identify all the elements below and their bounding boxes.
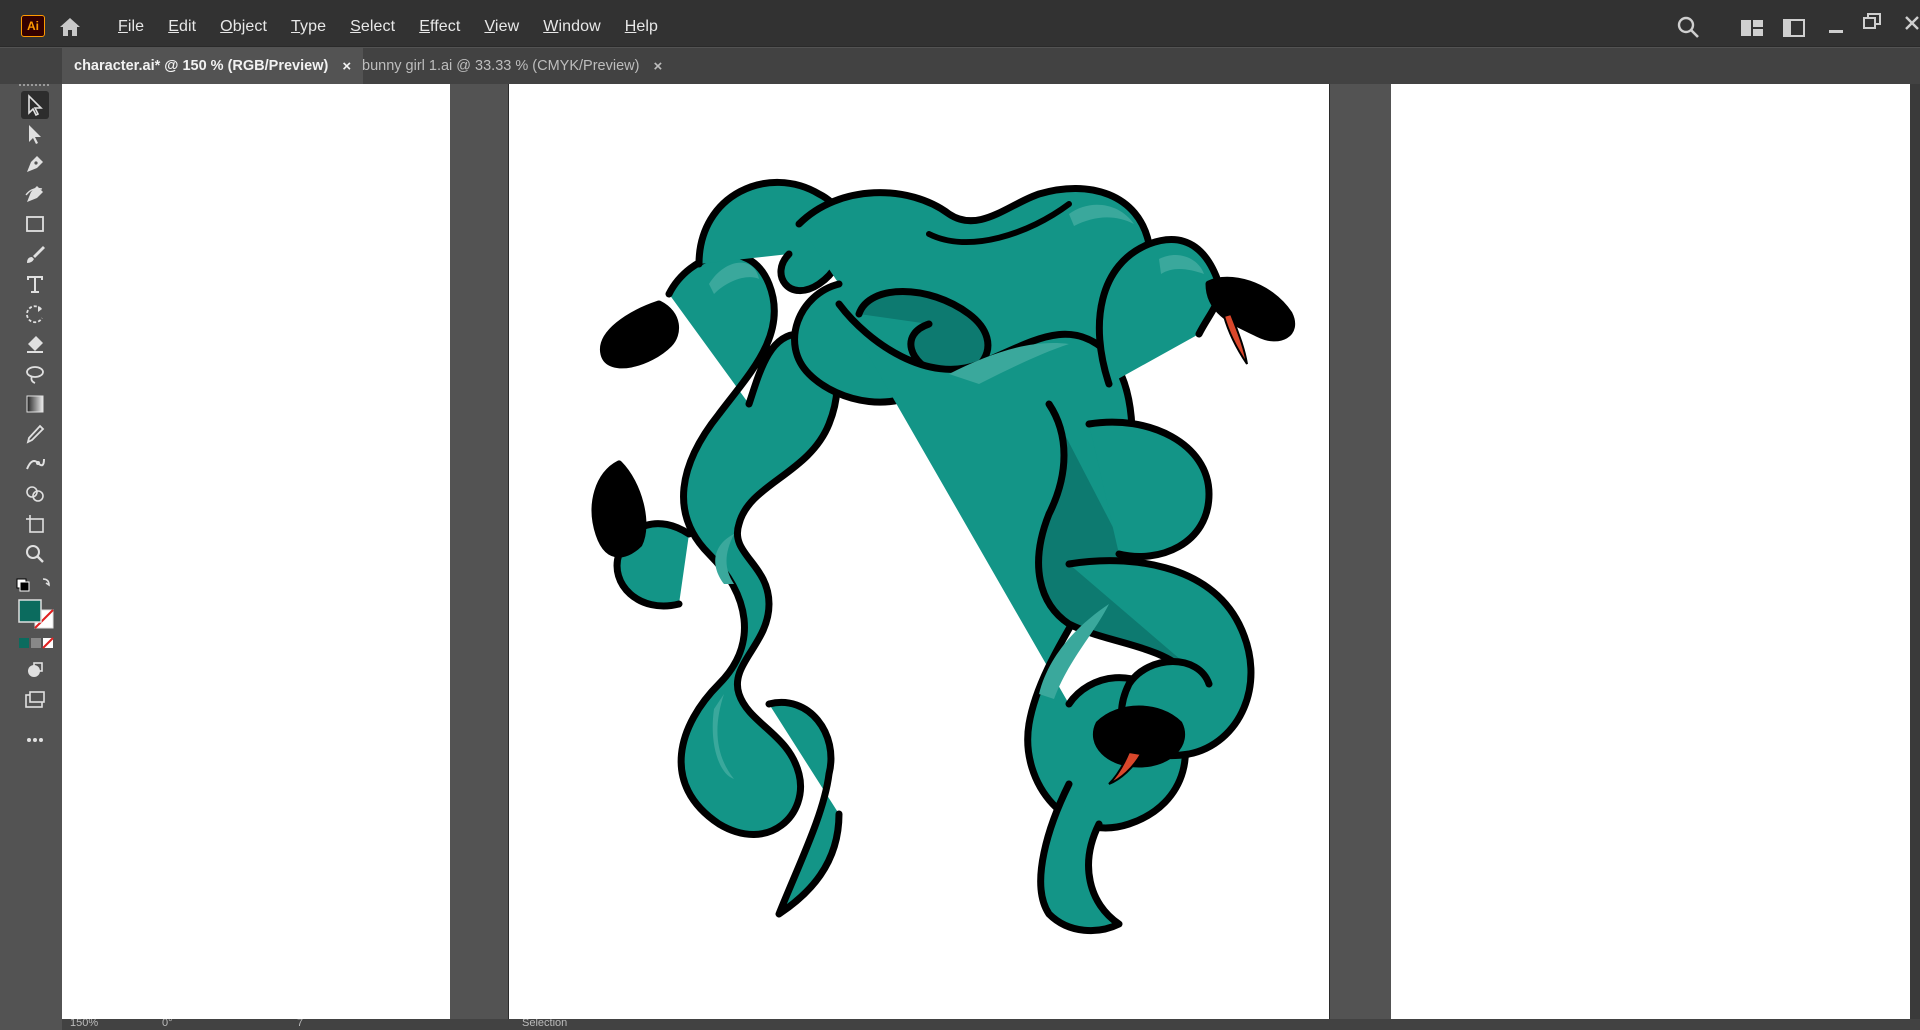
search-icon[interactable] xyxy=(1676,15,1700,44)
snake-hair-artwork[interactable] xyxy=(509,84,1331,1019)
swap-colors-icon[interactable] xyxy=(13,570,57,598)
menu-edit[interactable]: Edit xyxy=(168,18,196,36)
menu-effect[interactable]: Effect xyxy=(419,18,460,36)
draw-mode-icon[interactable] xyxy=(21,656,49,684)
workspace-icon[interactable] xyxy=(1783,19,1805,42)
menu-type[interactable]: Type xyxy=(291,18,326,36)
menu-help[interactable]: Help xyxy=(625,18,658,36)
rectangle-tool-icon[interactable] xyxy=(21,210,49,238)
app-logo: Ai xyxy=(21,15,45,37)
paintbrush-tool-icon[interactable] xyxy=(21,240,49,268)
menu-file[interactable]: File xyxy=(118,18,144,36)
eraser-tool-icon[interactable] xyxy=(21,330,49,358)
menu-window[interactable]: Window xyxy=(543,18,601,36)
menu-view[interactable]: View xyxy=(484,18,519,36)
artboard-tool-icon[interactable] xyxy=(21,510,49,538)
restore-icon[interactable] xyxy=(1863,13,1881,34)
puppet-warp-tool-icon[interactable] xyxy=(21,450,49,478)
type-tool-icon[interactable] xyxy=(21,270,49,298)
main-menu: File Edit Object Type Select Effect View… xyxy=(118,0,682,53)
artboard-main[interactable] xyxy=(508,84,1330,1019)
illustrator-window: Ai File Edit Object Type Select Effect V… xyxy=(0,0,1920,1030)
toolbar-grip[interactable] xyxy=(19,84,49,88)
shape-builder-tool-icon[interactable] xyxy=(21,480,49,508)
minimize-icon[interactable] xyxy=(1829,21,1845,39)
rotate-tool-icon[interactable] xyxy=(21,300,49,328)
menu-object[interactable]: Object xyxy=(220,18,267,36)
zoom-tool-icon[interactable] xyxy=(21,540,49,568)
tab-close-icon[interactable]: × xyxy=(653,58,662,75)
zoom-level[interactable]: 150% xyxy=(70,1019,98,1029)
screen-mode-icon[interactable] xyxy=(21,686,49,714)
status-bar: 150% 0° 7 Selection xyxy=(62,1019,1920,1030)
current-tool-label: Selection xyxy=(522,1019,568,1029)
eyedropper-tool-icon[interactable] xyxy=(21,420,49,448)
color-mode-icon[interactable] xyxy=(13,636,57,650)
tab-bunny-girl[interactable]: bunny girl 1.ai @ 33.33 % (CMYK/Preview)… xyxy=(350,48,674,84)
document-tabs: ▸▸ character.ai* @ 150 % (RGB/Preview) ×… xyxy=(0,48,1920,111)
artboard-number[interactable]: 7 xyxy=(297,1019,303,1029)
home-icon[interactable] xyxy=(58,16,82,38)
tab-character[interactable]: character.ai* @ 150 % (RGB/Preview) × xyxy=(62,48,364,84)
tab-label: character.ai* @ 150 % (RGB/Preview) xyxy=(74,58,329,74)
selection-tool-icon[interactable] xyxy=(21,91,49,119)
pen-tool-icon[interactable] xyxy=(21,150,49,178)
fill-stroke-swatch[interactable] xyxy=(13,596,57,632)
menu-bar: Ai File Edit Object Type Select Effect V… xyxy=(0,0,1920,47)
tools-panel xyxy=(9,84,62,1030)
canvas-area[interactable] xyxy=(62,84,1910,1019)
gradient-tool-icon[interactable] xyxy=(21,390,49,418)
arrange-docs-icon[interactable] xyxy=(1740,19,1764,42)
more-tools-icon[interactable] xyxy=(21,726,49,754)
close-icon[interactable] xyxy=(1904,15,1920,36)
tab-label: bunny girl 1.ai @ 33.33 % (CMYK/Preview) xyxy=(362,58,640,74)
direct-selection-tool-icon[interactable] xyxy=(21,120,49,148)
menu-select[interactable]: Select xyxy=(350,18,395,36)
artboard-left[interactable] xyxy=(62,84,450,1019)
rotation-angle[interactable]: 0° xyxy=(162,1019,173,1029)
vertical-scrollbar[interactable] xyxy=(1910,84,1920,1019)
curvature-tool-icon[interactable] xyxy=(21,180,49,208)
artboard-right[interactable] xyxy=(1391,84,1910,1019)
lasso-tool-icon[interactable] xyxy=(21,360,49,388)
